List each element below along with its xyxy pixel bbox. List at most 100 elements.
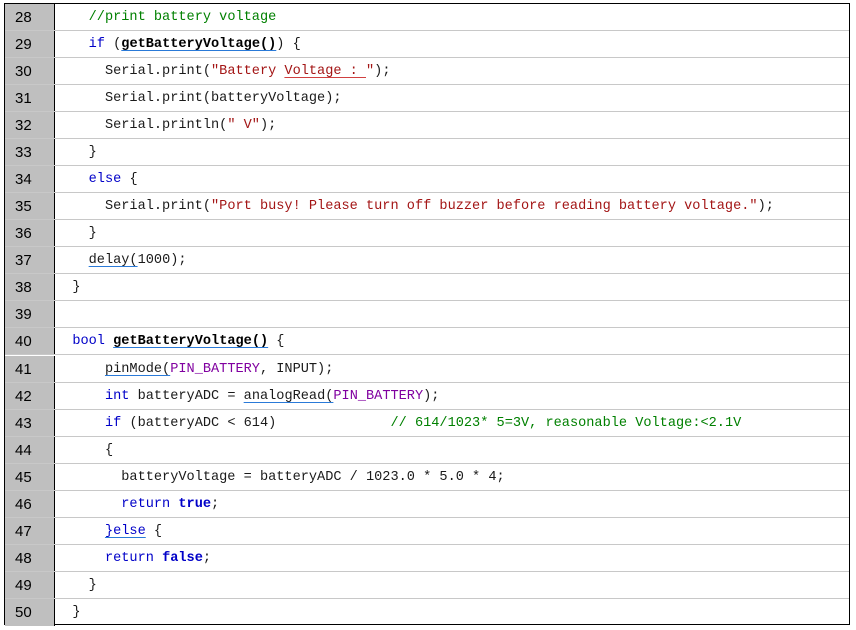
code-line: 29 if (getBatteryVoltage()) { [5,31,849,59]
code-text: } [56,599,849,626]
code-token: int [104,388,130,404]
code-token: (batteryADC < 614) [121,415,391,431]
code-token: { [268,334,285,350]
code-line: 40 bool getBatteryVoltage() { [5,328,849,356]
code-token: Serial.print(batteryVoltage); [56,91,342,107]
line-number: 47 [5,517,55,544]
code-token: ; [211,496,220,512]
code-token: getBatteryVoltage() [113,334,269,350]
code-token: return [121,496,171,512]
code-token: // 614/1023* 5=3V, reasonable Voltage:<2… [390,415,742,431]
line-number: 35 [5,193,55,220]
code-token: }else [104,523,146,539]
code-token: ); [259,118,277,134]
code-line: 41 pinMode(PIN_BATTERY, INPUT); [5,355,849,383]
code-token: "Battery [211,64,285,80]
code-token: Serial.print( [56,64,211,80]
code-token: "Port busy! Please turn off buzzer befor… [211,199,758,215]
code-text: if (getBatteryVoltage()) { [56,31,849,57]
code-text: delay(1000); [56,247,849,273]
code-token: Serial.println( [56,118,228,134]
line-number: 39 [5,301,55,328]
code-line: 43 if (batteryADC < 614) // 614/1023* 5=… [5,409,849,437]
line-number: 42 [5,382,55,409]
code-token: { [121,172,138,188]
line-number: 49 [5,571,55,598]
line-number: 32 [5,112,55,139]
code-text: Serial.print(batteryVoltage); [56,85,849,111]
code-token: ; [202,550,212,566]
code-token: 1000); [137,253,187,269]
code-line: 42 int batteryADC = analogRead(PIN_BATTE… [5,382,849,410]
code-token: } [56,604,81,620]
code-line: 49 } [5,571,849,599]
code-line: 47 }else { [5,517,849,545]
line-number: 34 [5,166,55,193]
code-token: ); [423,388,440,404]
line-number: 40 [5,328,55,355]
code-line: 31 Serial.print(batteryVoltage); [5,85,849,113]
code-line: 48 return false; [5,544,849,572]
line-number: 50 [5,598,55,626]
code-token: if [104,415,122,431]
code-token: return [104,550,154,566]
code-text: else { [56,166,849,192]
code-token: } [56,226,97,242]
code-token: true [178,496,212,512]
code-token: delay( [88,253,138,269]
code-line: 39 [5,301,849,329]
code-text: } [56,139,849,165]
code-text: Serial.print("Battery Voltage : "); [56,58,849,84]
code-line: 36 } [5,220,849,248]
code-token: ( [104,37,122,53]
code-token: batteryADC = [129,388,244,404]
code-line: 50 } [5,598,849,626]
code-line: 37 delay(1000); [5,247,849,275]
code-text: Serial.print("Port busy! Please turn off… [56,193,849,219]
code-text: bool getBatteryVoltage() { [56,328,849,354]
code-line: 45 batteryVoltage = batteryADC / 1023.0 … [5,463,849,491]
line-number: 43 [5,409,55,436]
code-listing: 28 //print battery voltage 29 if (getBatt… [4,3,850,626]
code-token: false [162,550,203,566]
code-text: return false; [56,545,849,571]
code-token: pinMode( [104,361,171,377]
code-text: } [56,274,849,300]
code-token: analogRead( [243,388,334,404]
code-token: } [56,145,97,161]
code-text: pinMode(PIN_BATTERY, INPUT); [56,356,849,382]
code-line: 28 //print battery voltage [5,4,849,31]
code-token: , INPUT); [259,361,334,377]
code-token: " [366,64,375,80]
code-token: { [56,442,114,458]
code-token: Voltage : [284,64,366,80]
code-token: ) { [276,37,301,53]
code-line: 34 else { [5,166,849,194]
code-line: 38 } [5,274,849,302]
code-token: " V" [227,118,260,134]
line-number: 30 [5,58,55,85]
code-token: } [56,280,81,296]
code-line: 32 Serial.println(" V"); [5,112,849,140]
line-number: 46 [5,490,55,517]
code-text: { [56,437,849,463]
code-line: 46 return true; [5,490,849,518]
code-token: PIN_BATTERY [170,361,260,377]
code-text: //print battery voltage [56,4,849,30]
code-text: } [56,220,849,246]
code-text: batteryVoltage = batteryADC / 1023.0 * 5… [56,464,849,490]
code-line: 44 { [5,436,849,464]
code-token: if [88,37,105,53]
code-text: int batteryADC = analogRead(PIN_BATTERY)… [56,383,849,409]
code-text: } [56,572,849,598]
